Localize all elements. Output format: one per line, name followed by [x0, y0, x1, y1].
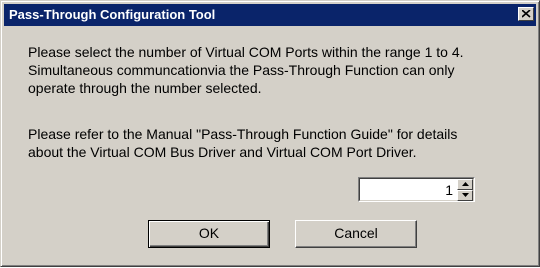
title-bar[interactable]: Pass-Through Configuration Tool	[4, 4, 536, 26]
instructions-line: Simultaneous communcationvia the Pass-Th…	[28, 62, 455, 78]
close-icon	[522, 10, 531, 18]
arrow-up-icon	[462, 182, 469, 186]
instructions-line: operate through the number selected.	[28, 80, 262, 96]
spinner-up-button[interactable]	[457, 179, 473, 190]
port-count-value[interactable]: 1	[445, 182, 453, 198]
arrow-down-icon	[462, 193, 469, 197]
instructions-paragraph: Please select the number of Virtual COM …	[28, 43, 464, 97]
spinner-down-button[interactable]	[457, 190, 473, 201]
manual-reference-line: about the Virtual COM Bus Driver and Vir…	[28, 144, 417, 160]
instructions-line: Please select the number of Virtual COM …	[28, 44, 464, 60]
port-count-spinner[interactable]: 1	[358, 177, 475, 202]
spinner-field[interactable]: 1	[359, 178, 474, 201]
manual-reference-paragraph: Please refer to the Manual "Pass-Through…	[28, 125, 457, 161]
manual-reference-line: Please refer to the Manual "Pass-Through…	[28, 126, 458, 142]
dialog-window: Pass-Through Configuration Tool Please s…	[0, 0, 540, 267]
cancel-button[interactable]: Cancel	[295, 220, 417, 248]
window-title: Pass-Through Configuration Tool	[9, 7, 216, 22]
close-button[interactable]	[518, 7, 534, 21]
ok-button[interactable]: OK	[148, 220, 270, 248]
